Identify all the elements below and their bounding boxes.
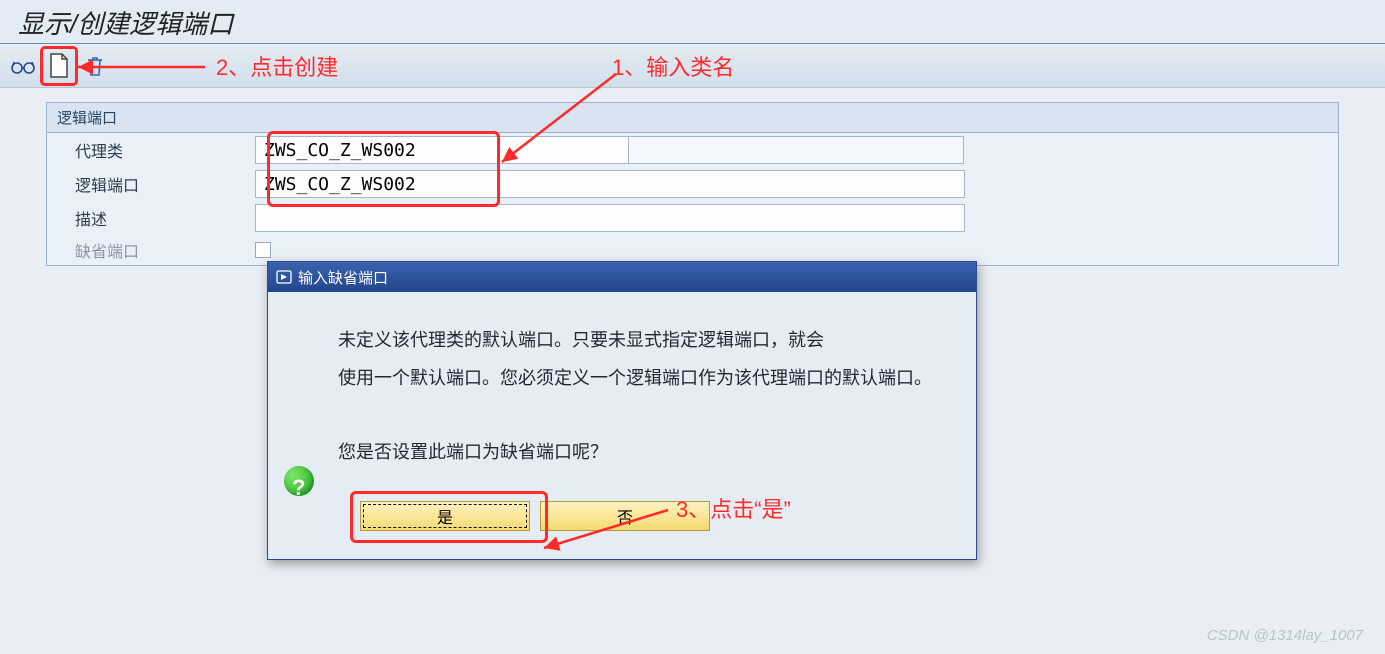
glasses-icon[interactable] — [8, 52, 38, 80]
row-description: 描述 — [47, 201, 1338, 235]
description-input[interactable] — [255, 204, 965, 232]
row-proxy-class: 代理类 — [47, 133, 1338, 167]
dialog-question: 您是否设置此端口为缺省端口呢？ — [338, 434, 956, 472]
trash-icon[interactable] — [80, 52, 110, 80]
description-label: 描述 — [75, 206, 255, 230]
watermark: CSDN @1314lay_1007 — [1207, 627, 1363, 644]
dialog-body: 未定义该代理类的默认端口。只要未显式指定逻辑端口，就会 使用一个默认端口。您必须… — [268, 292, 976, 559]
logical-port-input[interactable] — [255, 170, 965, 198]
yes-button[interactable]: 是 — [360, 501, 530, 531]
row-logical-port: 逻辑端口 — [47, 167, 1338, 201]
toolbar — [0, 44, 1385, 88]
proxy-class-input[interactable] — [255, 136, 629, 164]
dialog-line2: 使用一个默认端口。您必须定义一个逻辑端口作为该代理端口的默认端口。 — [338, 360, 956, 398]
logical-port-panel: 逻辑端口 代理类 逻辑端口 描述 缺省端口 — [46, 102, 1339, 266]
default-port-label: 缺省端口 — [75, 238, 255, 262]
default-port-dialog: 输入缺省端口 未定义该代理类的默认端口。只要未显式指定逻辑端口，就会 使用一个默… — [267, 261, 977, 560]
logical-port-label: 逻辑端口 — [75, 172, 255, 196]
dialog-line1: 未定义该代理类的默认端口。只要未显式指定逻辑端口，就会 — [338, 322, 956, 360]
create-button[interactable] — [44, 52, 74, 80]
dialog-title-icon — [276, 269, 292, 285]
page-title: 显示/创建逻辑端口 — [0, 0, 1385, 44]
dialog-title: 输入缺省端口 — [298, 267, 388, 288]
proxy-class-label: 代理类 — [75, 138, 255, 162]
no-button[interactable]: 否 — [540, 501, 710, 531]
question-icon — [284, 466, 314, 496]
panel-title: 逻辑端口 — [47, 103, 1338, 133]
default-port-checkbox[interactable] — [255, 242, 271, 258]
create-button-highlight — [40, 46, 78, 86]
dialog-button-row: 是 否 — [360, 501, 956, 531]
dialog-titlebar[interactable]: 输入缺省端口 — [268, 262, 976, 292]
proxy-class-input-2[interactable] — [628, 136, 964, 164]
